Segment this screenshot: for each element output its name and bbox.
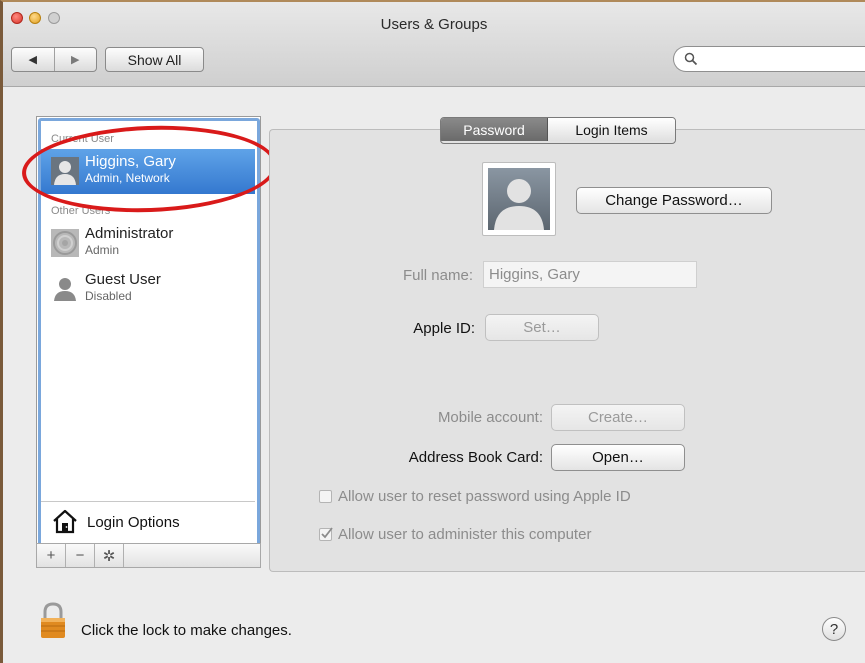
user-role: Admin bbox=[85, 243, 120, 257]
tab-bar: Password Login Items bbox=[440, 117, 676, 144]
mobile-account-label: Mobile account: bbox=[437, 409, 543, 426]
allow-admin-checkbox[interactable] bbox=[319, 527, 333, 541]
user-name: Guest User bbox=[85, 271, 161, 288]
users-sidebar: Current User Higgins, Gary Admin, Networ… bbox=[36, 116, 261, 544]
user-picture-well[interactable] bbox=[482, 162, 556, 236]
forward-button[interactable]: ▶ bbox=[55, 48, 97, 71]
tab-password[interactable]: Password bbox=[441, 118, 548, 141]
gear-icon[interactable]: ✲ bbox=[95, 544, 124, 567]
search-input[interactable] bbox=[673, 46, 865, 72]
tab-login-items[interactable]: Login Items bbox=[548, 118, 675, 141]
other-users-header: Other Users bbox=[51, 205, 111, 217]
users-groups-window: Users & Groups ◀ ▶ Show All Current User… bbox=[0, 0, 865, 663]
allow-reset-password-label: Allow user to reset password using Apple… bbox=[338, 488, 631, 505]
user-name: Administrator bbox=[85, 225, 174, 242]
user-role: Disabled bbox=[85, 289, 132, 303]
address-book-open-button[interactable]: Open… bbox=[551, 444, 685, 471]
show-all-button[interactable]: Show All bbox=[105, 47, 204, 72]
search-icon bbox=[684, 52, 698, 66]
user-row-guest-user[interactable]: Guest User Disabled bbox=[41, 267, 255, 312]
allow-admin-label: Allow user to administer this computer bbox=[338, 526, 592, 543]
full-name-label: Full name: bbox=[402, 267, 473, 284]
details-panel bbox=[269, 129, 865, 572]
add-user-button[interactable]: + bbox=[37, 544, 66, 567]
change-password-button[interactable]: Change Password… bbox=[576, 187, 772, 214]
lock-message: Click the lock to make changes. bbox=[81, 622, 292, 639]
toolbar: Users & Groups ◀ ▶ Show All bbox=[3, 2, 865, 87]
user-row-administrator[interactable]: Administrator Admin bbox=[41, 221, 255, 266]
user-silhouette-icon bbox=[488, 168, 550, 230]
allow-admin-option[interactable]: Allow user to administer this computer bbox=[319, 526, 591, 543]
back-button[interactable]: ◀ bbox=[12, 48, 55, 71]
user-silhouette-icon bbox=[51, 157, 79, 185]
sidebar-action-bar: + − ✲ bbox=[36, 543, 261, 568]
user-row-higgins-gary[interactable]: Higgins, Gary Admin, Network bbox=[41, 149, 255, 194]
apple-id-label: Apple ID: bbox=[413, 320, 475, 337]
user-silhouette-icon bbox=[54, 278, 76, 301]
back-forward-control: ◀ ▶ bbox=[11, 47, 97, 72]
remove-user-button[interactable]: − bbox=[66, 544, 95, 567]
allow-reset-password-option[interactable]: Allow user to reset password using Apple… bbox=[319, 488, 631, 505]
house-icon bbox=[53, 509, 77, 534]
user-role: Admin, Network bbox=[85, 171, 170, 185]
help-button[interactable]: ? bbox=[822, 617, 846, 641]
full-name-field[interactable]: Higgins, Gary bbox=[483, 261, 697, 288]
current-user-header: Current User bbox=[51, 133, 114, 145]
window-title: Users & Groups bbox=[380, 16, 488, 33]
apple-id-set-button[interactable]: Set… bbox=[485, 314, 599, 341]
checkmark-icon bbox=[321, 527, 333, 539]
user-texture-icon bbox=[51, 229, 79, 257]
allow-reset-password-checkbox[interactable] bbox=[319, 490, 332, 503]
address-book-card-label: Address Book Card: bbox=[408, 449, 543, 466]
login-options-label: Login Options bbox=[87, 514, 180, 531]
user-name: Higgins, Gary bbox=[85, 153, 176, 170]
lock-icon[interactable] bbox=[39, 602, 67, 640]
mobile-account-create-button[interactable]: Create… bbox=[551, 404, 685, 431]
login-options-item[interactable]: Login Options bbox=[41, 501, 255, 542]
